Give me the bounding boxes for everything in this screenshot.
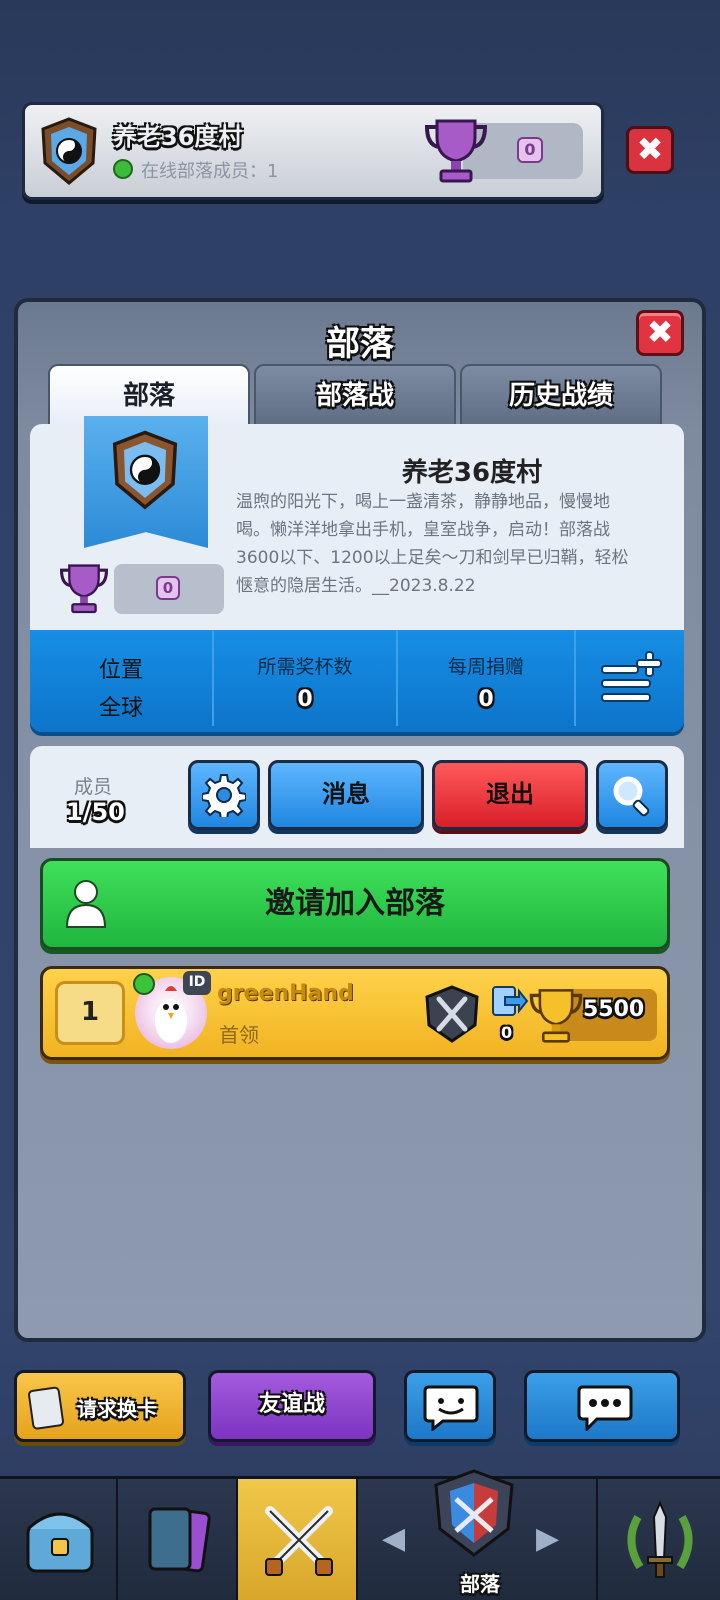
online-members-label: 在线部落成员：1 <box>141 161 279 182</box>
member-row[interactable]: 1 ID greenHand 首领 0 5500 <box>40 966 670 1060</box>
online-status-icon <box>113 159 133 179</box>
cards-icon <box>148 1507 211 1573</box>
stat-required-value: 0 <box>297 687 313 712</box>
stat-location: 位置 全球 <box>30 630 212 726</box>
stat-donations-value: 0 <box>478 687 494 712</box>
emote-button[interactable] <box>404 1370 496 1442</box>
clan-badge-icon <box>41 117 97 185</box>
clan-trophy-value: 0 <box>517 137 543 163</box>
clan-name: 养老36度村 <box>113 123 243 151</box>
stat-weekly-donations: 每周捐赠 0 <box>398 630 574 726</box>
tab-clan-war[interactable]: 部落战 <box>254 364 456 428</box>
stat-required-trophies: 所需奖杯数 0 <box>214 630 396 726</box>
clan-trophy-value: 0 <box>156 576 180 600</box>
panel-close-button[interactable]: ✖ <box>636 310 684 356</box>
stat-location-value: 全球 <box>98 696 143 721</box>
message-button[interactable]: 消息 <box>268 760 424 830</box>
request-card-label: 请求换卡 <box>77 1397 157 1421</box>
friendly-battle-label: 友谊战 <box>258 1392 325 1417</box>
nav-shop[interactable] <box>0 1479 118 1600</box>
clan-stats-bar: 位置 全球 所需奖杯数 0 每周捐赠 0 <box>30 630 684 732</box>
clan-info-card: 养老36度村 温煦的阳光下，喝上一盏清茶，静静地品，慢慢地喝。懒洋洋地拿出手机，… <box>30 416 684 632</box>
nav-clan-label: 部落 <box>460 1572 500 1596</box>
id-badge[interactable]: ID <box>183 971 211 995</box>
online-status-icon <box>133 973 155 995</box>
shop-icon <box>26 1512 94 1573</box>
stat-donations-label: 每周捐赠 <box>447 656 524 678</box>
crossed-swords-icon <box>425 985 479 1043</box>
clan-panel: 部落 ✖ 部落 部落战 历史战绩 养老36度村 温煦的阳光下，喝上一盏清茶，静静… <box>14 298 706 1342</box>
member-rank: 1 <box>55 981 125 1045</box>
settings-button[interactable] <box>188 760 260 830</box>
close-icon[interactable]: ✖ <box>626 126 674 174</box>
card-icon <box>28 1386 64 1430</box>
member-trophies: 5500 <box>583 997 645 1022</box>
members-toolbar: 成员 1/50 消息 退出 <box>30 746 684 848</box>
friendly-battle-button[interactable]: 友谊战 <box>208 1370 376 1442</box>
arrow-right-icon[interactable]: ▶ <box>536 1521 559 1556</box>
search-icon <box>613 776 650 817</box>
nav-events[interactable] <box>598 1479 720 1600</box>
member-donations: 0 <box>501 1023 513 1042</box>
member-role: 首领 <box>219 1023 259 1047</box>
tab-history[interactable]: 历史战绩 <box>460 364 662 428</box>
stat-location-label: 位置 <box>98 658 143 683</box>
battle-icon <box>265 1506 333 1576</box>
gear-icon <box>201 774 247 820</box>
invite-label: 邀请加入部落 <box>265 886 445 921</box>
divider <box>574 630 576 726</box>
members-count: 1/50 <box>66 798 125 826</box>
chat-icon <box>577 1385 633 1431</box>
leave-button[interactable]: 退出 <box>432 760 588 830</box>
nav-cards[interactable] <box>118 1479 238 1600</box>
bottom-navigation: ◀ ▶ <box>0 1469 720 1600</box>
edit-list-icon[interactable] <box>600 650 662 706</box>
clan-icon <box>434 1469 514 1557</box>
arrow-left-icon[interactable]: ◀ <box>382 1521 405 1556</box>
nav-battle[interactable] <box>238 1479 358 1600</box>
search-button[interactable] <box>596 760 668 830</box>
trophy-icon <box>425 119 487 183</box>
members-label: 成员 <box>74 776 113 798</box>
clan-description: 温煦的阳光下，喝上一盏清茶，静静地品，慢慢地喝。懒洋洋地拿出手机，皇室战争，启动… <box>236 492 629 596</box>
card-exchange-icon <box>492 986 529 1016</box>
stat-required-label: 所需奖杯数 <box>257 656 353 678</box>
clan-title: 养老36度村 <box>401 458 543 488</box>
chat-button[interactable] <box>524 1370 680 1442</box>
member-name: greenHand <box>217 981 354 1006</box>
clan-badge-icon <box>112 430 178 510</box>
invite-to-clan-button[interactable]: 邀请加入部落 <box>40 858 670 950</box>
request-card-button[interactable]: 请求换卡 <box>14 1370 186 1442</box>
emote-icon <box>423 1385 479 1431</box>
clan-top-banner[interactable]: 养老36度村 在线部落成员：1 0 <box>22 102 604 200</box>
events-icon <box>627 1500 693 1578</box>
trophy-icon <box>60 564 108 614</box>
panel-title: 部落 <box>326 324 394 364</box>
clan-banner <box>84 416 208 548</box>
gold-trophy-icon <box>529 989 583 1043</box>
